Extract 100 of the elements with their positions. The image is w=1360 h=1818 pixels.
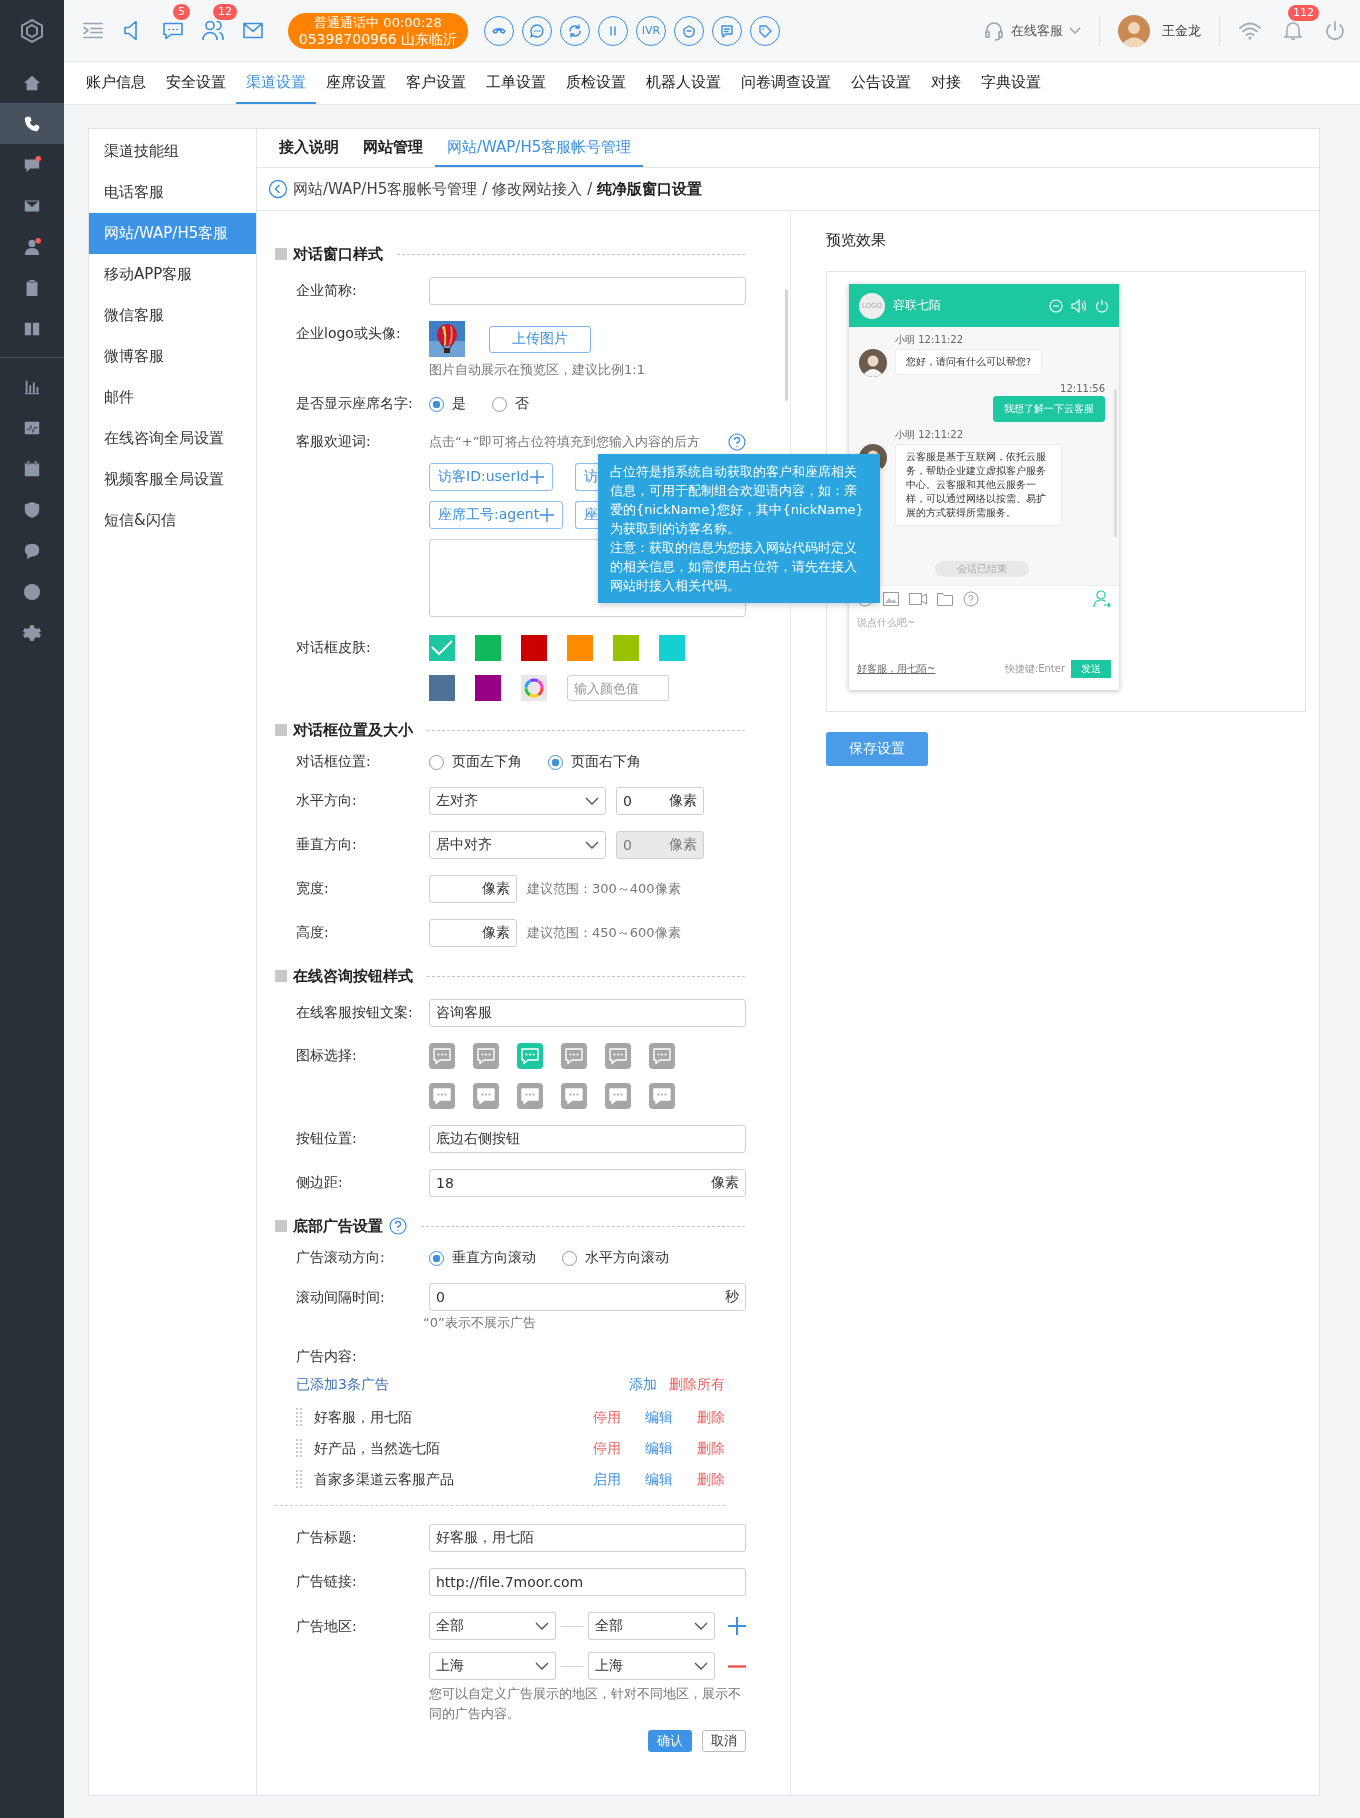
message-bubble: 您好，请问有什么可以帮您? (895, 349, 1043, 375)
field-label: 宽度: (295, 880, 330, 898)
nav-tab[interactable]: 账户信息 (76, 62, 156, 104)
field-label: 客服欢迎词: (295, 432, 372, 451)
sidebar-item[interactable]: 移动APP客服 (89, 254, 256, 295)
province-select[interactable]: 上海 (429, 1652, 556, 1680)
ad-title: 好客服，用七陌 (314, 1408, 413, 1427)
field-label: 图标选择: (295, 1046, 358, 1065)
breadcrumb-link[interactable]: 修改网站接入 (492, 179, 583, 199)
field-label: 企业logo或头像: (295, 324, 402, 343)
sidebar-item[interactable]: 微信客服 (89, 295, 256, 336)
chat-title: 容联七陌 (893, 297, 941, 314)
breadcrumb-separator: / (587, 180, 593, 198)
status-dropdown[interactable]: 在线客服 (983, 19, 1081, 42)
tab[interactable]: 网站管理 (351, 129, 435, 167)
city-select[interactable]: 全部 (588, 1612, 715, 1640)
nav-tab[interactable]: 问卷调查设置 (731, 62, 841, 104)
nav-tab[interactable]: 质检设置 (556, 62, 636, 104)
city-select[interactable]: 上海 (588, 1652, 715, 1680)
count-badge: 112 (1288, 4, 1319, 21)
field-label: 广告滚动方向: (295, 1249, 386, 1267)
caller-number: 05398700966 山东临沂 (298, 30, 458, 47)
sidebar-item[interactable]: 短信&闪信 (89, 500, 256, 541)
hint-text: 建议范围：300～400像素 (527, 880, 681, 898)
ad-title-field[interactable]: 好客服，用七陌 (429, 1524, 746, 1552)
user-name: 王金龙 (1162, 21, 1201, 40)
nav-tab[interactable]: 字典设置 (971, 62, 1051, 104)
message-input[interactable]: 说点什么吧~ (849, 612, 1119, 658)
edit-link[interactable]: 编辑 (645, 1408, 673, 1427)
cancel-button[interactable]: 取消 (702, 1730, 746, 1752)
ad-link[interactable]: 好客服，用七陌~ (857, 662, 936, 676)
offset-field[interactable]: 0 像素 (616, 787, 704, 815)
field-label: 垂直方向: (295, 836, 358, 854)
hint-text: 点击“+”即可将占位符填充到您输入内容的后方 (429, 433, 701, 451)
sidebar-item[interactable]: 邮件 (89, 377, 256, 418)
radio-label: 垂直方向滚动 (452, 1249, 536, 1267)
hint-text: “0”表示不展示广告 (423, 1314, 537, 1332)
call-status: 普通通话中 00:00:28 (314, 14, 442, 31)
sidebar-item[interactable]: 在线咨询全局设置 (89, 418, 256, 459)
nav-tab[interactable]: 座席设置 (316, 62, 396, 104)
side-margin-field[interactable]: 18 像素 (429, 1169, 746, 1197)
message-bubble: 我想了解一下云客服 (993, 396, 1105, 422)
field-label: 对话框位置: (295, 753, 372, 771)
edit-link[interactable]: 编辑 (645, 1470, 673, 1489)
nav-tab[interactable]: 机器人设置 (636, 62, 731, 104)
field-label: 水平方向: (295, 792, 358, 810)
add-link[interactable]: 添加 (629, 1376, 657, 1394)
field-label: 高度: (295, 924, 330, 942)
button-position-field[interactable]: 底边右侧按钮 (429, 1125, 746, 1153)
nav-tab[interactable]: 工单设置 (476, 62, 556, 104)
field-label: 广告链接: (295, 1573, 358, 1591)
sidebar-item[interactable]: 电话客服 (89, 172, 256, 213)
nav-tab[interactable]: 客户设置 (396, 62, 476, 104)
section-title: 对话窗口样式 (293, 244, 383, 264)
sidebar-item[interactable]: 渠道技能组 (89, 131, 256, 172)
nav-tab[interactable]: 对接 (921, 62, 971, 104)
color-value-field[interactable]: 输入颜色值 (567, 675, 669, 701)
field-label: 企业简称: (295, 282, 358, 300)
button-text-field[interactable]: 咨询客服 (429, 999, 746, 1027)
sidebar-item[interactable]: 微博客服 (89, 336, 256, 377)
tooltip-text: 占位符是指系统自动获取的客户和座席相关信息，可用于配制组合欢迎语内容，如：亲爱的{nickName}您好，其中{nickName}为获取到的访客名称。 (610, 463, 865, 538)
section-title: 底部广告设置 (293, 1216, 383, 1236)
size-field[interactable]: 像素 (429, 919, 517, 947)
preview-title: 预览效果 (826, 231, 887, 251)
hint-text: 图片自动展示在预览区，建议比例1:1 (429, 361, 646, 379)
upload-button[interactable]: 上传图片 (489, 325, 591, 353)
hint-text: 建议范围：450～600像素 (527, 924, 681, 942)
select-field[interactable]: 左对齐 (429, 787, 606, 815)
message-meta: 小明 12:11:22 (895, 428, 965, 442)
message-meta: 小明 12:11:22 (895, 333, 965, 347)
breadcrumb-link[interactable]: 网站/WAP/H5客服帐号管理 (293, 179, 478, 199)
tab[interactable]: 网站/WAP/H5客服帐号管理 (435, 129, 644, 167)
radio-label: 页面左下角 (452, 753, 522, 771)
message-bubble: 云客服是基于互联网，依托云服务，帮助企业建立虚拟客户服务中心。云客服和其他云服务一样，可以通过网络以按需、易扩展的方式获得所需服务。 (895, 444, 1062, 526)
interval-field[interactable]: 0 秒 (429, 1283, 746, 1311)
province-select[interactable]: 全部 (429, 1612, 556, 1640)
tab[interactable]: 接入说明 (267, 129, 351, 167)
nav-tab[interactable]: 公告设置 (841, 62, 921, 104)
ad-title: 首家多渠道云客服产品 (314, 1470, 455, 1489)
placeholder-chip[interactable]: 座席工号:agent (429, 501, 563, 529)
field-label: 是否显示座席名字: (295, 395, 414, 413)
hint-text: 您可以自定义广告展示的地区，针对不同地区，展示不同的广告内容。 (429, 1685, 742, 1723)
field-label: 广告标题: (295, 1529, 358, 1547)
tooltip-text: 注意：获取的信息为您接入网站代码时定义的相关信息，如需使用占位符，请先在接入网站时接入相关代码。 (610, 539, 858, 595)
field-label: 在线客服按钮文案: (295, 1004, 414, 1022)
sidebar-item[interactable]: 视频客服全局设置 (89, 459, 256, 500)
breadcrumb-separator: / (482, 180, 488, 198)
nav-tab[interactable]: 安全设置 (156, 62, 236, 104)
shortcut-hint: 快捷键:Enter (1004, 662, 1065, 676)
status-label: 在线客服 (1011, 21, 1063, 40)
toggle-link[interactable]: 启用 (593, 1470, 621, 1489)
ad-link-field[interactable]: http://file.7moor.com (429, 1568, 746, 1596)
size-field[interactable]: 像素 (429, 875, 517, 903)
nav-tab[interactable]: 渠道设置 (236, 62, 316, 104)
field-label: 侧边距: (295, 1174, 344, 1192)
placeholder-chip[interactable]: 访客ID:userId (429, 463, 553, 491)
edit-link[interactable]: 编辑 (645, 1439, 673, 1458)
radio-label: 页面右下角 (571, 753, 641, 771)
ad-count: 已添加3条广告 (296, 1376, 389, 1394)
radio-label: 是 (452, 395, 466, 413)
